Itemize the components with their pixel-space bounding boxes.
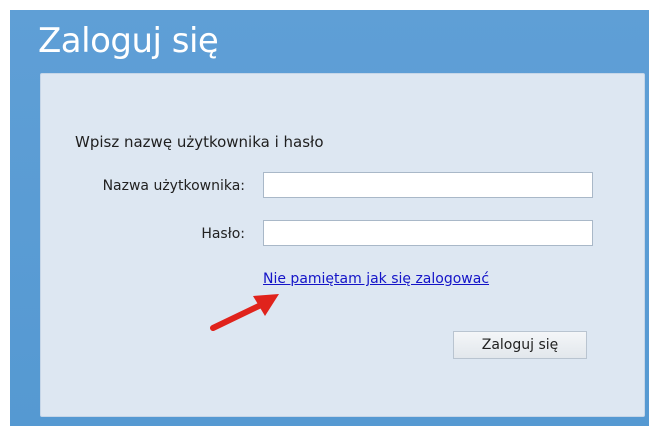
password-field[interactable]: [263, 220, 593, 246]
password-label: Hasło:: [201, 226, 245, 242]
login-panel: Wpisz nazwę użytkownika i hasło Nazwa uż…: [40, 73, 645, 417]
forgot-login-link[interactable]: Nie pamiętam jak się zalogować: [263, 271, 489, 287]
page-title: Zaloguj się: [38, 21, 219, 61]
login-window: Zaloguj się Wpisz nazwę użytkownika i ha…: [10, 10, 649, 426]
login-button[interactable]: Zaloguj się: [453, 331, 587, 359]
red-arrow-icon: [210, 294, 279, 331]
username-label: Nazwa użytkownika:: [102, 178, 245, 194]
username-field[interactable]: [263, 172, 593, 198]
login-prompt: Wpisz nazwę użytkownika i hasło: [75, 133, 324, 151]
